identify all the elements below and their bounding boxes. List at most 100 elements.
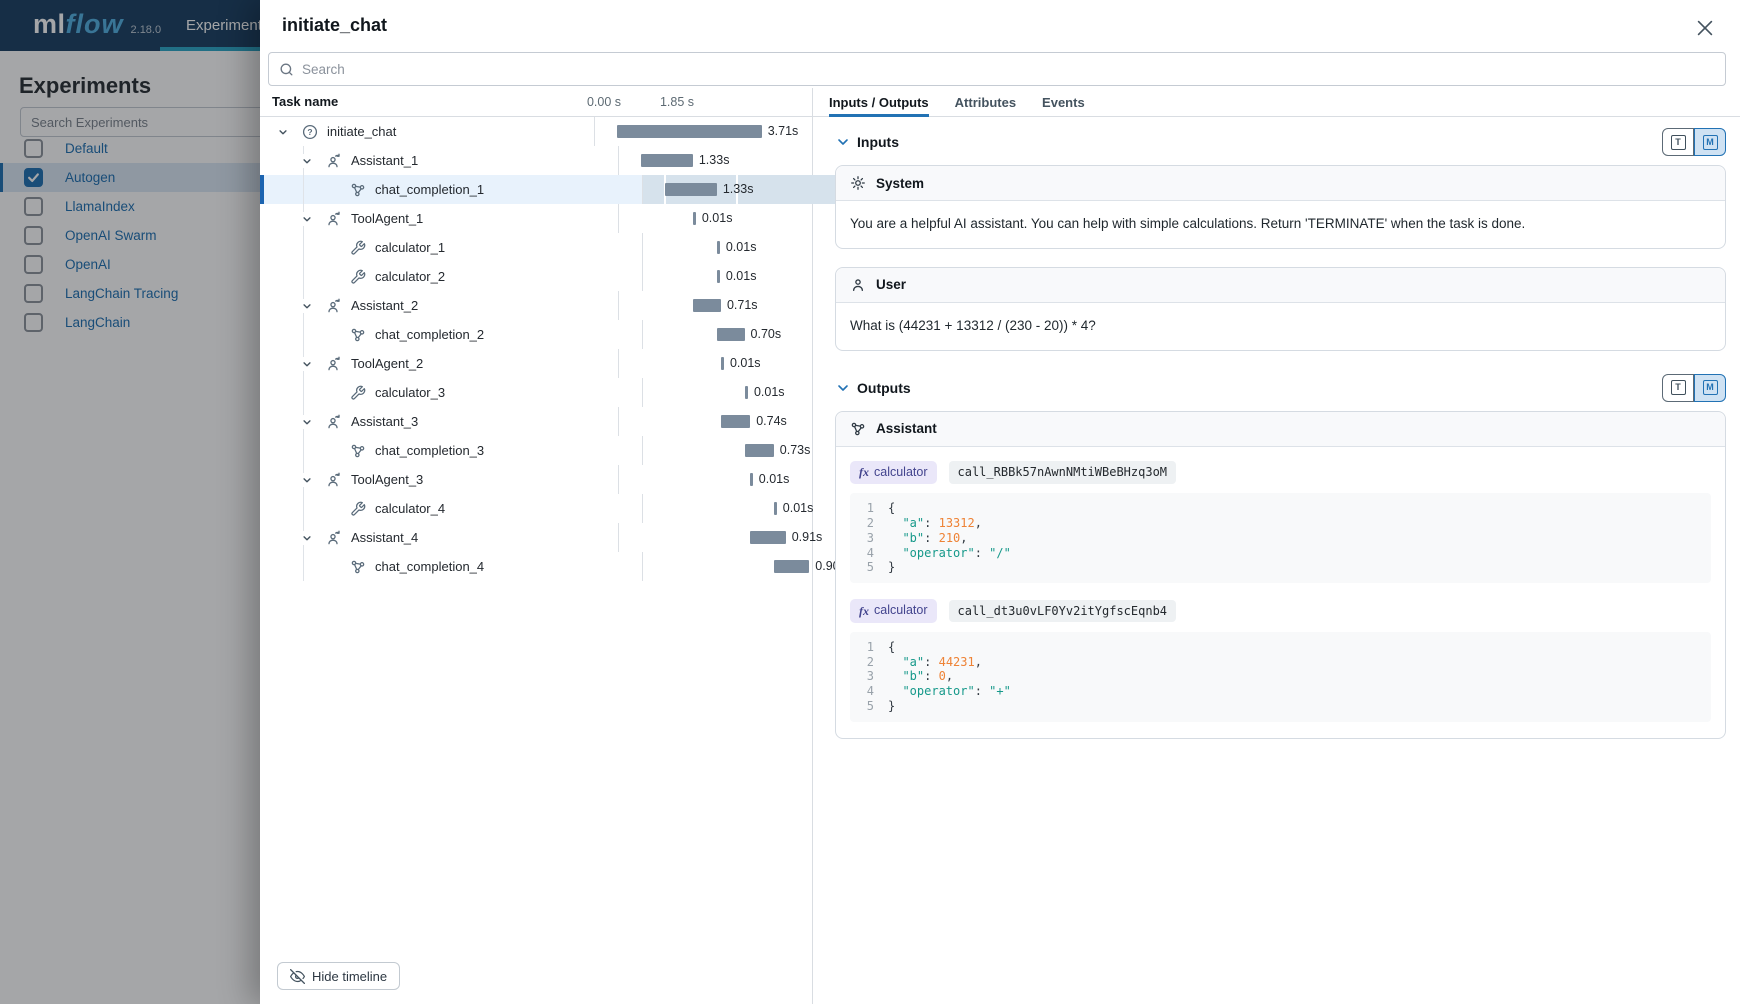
task-tree-row[interactable]: Assistant_11.33s [260, 146, 812, 175]
task-tree-row[interactable]: ToolAgent_10.01s [260, 204, 812, 233]
chevron-down-icon[interactable] [835, 134, 851, 150]
chevron-down-icon[interactable] [300, 154, 326, 168]
tab-inputs-outputs[interactable]: Inputs / Outputs [829, 88, 929, 116]
timeline-bar[interactable] [774, 560, 809, 573]
task-name-cell[interactable]: ToolAgent_3 [260, 465, 619, 494]
timeline-bar[interactable] [750, 473, 753, 486]
timeline-bar[interactable] [693, 212, 696, 225]
task-tree-row[interactable]: chat_completion_40.90s [260, 552, 812, 581]
task-name-cell[interactable]: chat_completion_1 [260, 175, 643, 204]
tree-indent-guideline [303, 262, 304, 291]
timeline-bar[interactable] [745, 444, 773, 457]
message-text: What is (44231 + 13312 / (230 - 20)) * 4… [850, 317, 1711, 336]
timeline-bar[interactable] [717, 270, 720, 283]
agent-icon [326, 153, 342, 169]
timeline-bar[interactable] [717, 328, 744, 341]
timeline-bar[interactable] [774, 502, 777, 515]
timeline-bar[interactable] [617, 125, 762, 138]
duration-label: 3.71s [768, 124, 799, 138]
task-name-label: ToolAgent_2 [351, 356, 423, 371]
chevron-down-icon[interactable] [835, 380, 851, 396]
task-name-cell[interactable]: calculator_2 [260, 262, 643, 291]
task-name-label: chat_completion_2 [375, 327, 484, 342]
task-name-cell[interactable]: Assistant_2 [260, 291, 619, 320]
task-tree-row[interactable]: calculator_20.01s [260, 262, 812, 291]
task-tree-row[interactable]: Assistant_40.91s [260, 523, 812, 552]
task-name-cell[interactable]: Assistant_4 [260, 523, 619, 552]
model-icon [350, 327, 366, 343]
code-line: 1{ [862, 501, 1699, 516]
raw-view-button[interactable]: T [1662, 128, 1694, 156]
chevron-down-icon[interactable] [300, 212, 326, 226]
task-name-cell[interactable]: calculator_3 [260, 378, 643, 407]
task-name-cell[interactable]: ?initiate_chat [260, 117, 595, 146]
wrench-icon [350, 269, 366, 285]
raw-view-button[interactable]: T [1662, 374, 1694, 402]
task-name-cell[interactable]: calculator_4 [260, 494, 643, 523]
timeline-bar[interactable] [693, 299, 721, 312]
task-name-cell[interactable]: calculator_1 [260, 233, 643, 262]
timeline-bar[interactable] [641, 154, 693, 167]
task-name-cell[interactable]: chat_completion_4 [260, 552, 643, 581]
modal-title: initiate_chat [282, 15, 387, 36]
text-view-icon: T [1671, 380, 1686, 395]
task-name-label: Assistant_1 [351, 153, 418, 168]
task-name-cell[interactable]: Assistant_1 [260, 146, 619, 175]
chevron-down-icon[interactable] [300, 357, 326, 371]
task-name-cell[interactable]: chat_completion_2 [260, 320, 643, 349]
task-tree-row[interactable]: chat_completion_20.70s [260, 320, 812, 349]
task-name-label: chat_completion_4 [375, 559, 484, 574]
chevron-down-icon[interactable] [300, 531, 326, 545]
task-name-label: chat_completion_1 [375, 182, 484, 197]
tool-call-arguments-code[interactable]: 1{2 "a": 44231,3 "b": 0,4 "operator": "+… [850, 632, 1711, 722]
task-tree-row[interactable]: ?initiate_chat 3.71s [260, 117, 812, 146]
task-tree-row[interactable]: ToolAgent_20.01s [260, 349, 812, 378]
function-name-chip: fxcalculator [850, 461, 937, 485]
timeline-bar[interactable] [745, 386, 748, 399]
chevron-down-icon[interactable] [300, 299, 326, 313]
message-card-system: SystemYou are a helpful AI assistant. Yo… [835, 165, 1726, 249]
task-tree-row[interactable]: calculator_10.01s [260, 233, 812, 262]
tree-indent-guideline [303, 494, 304, 523]
timeline-bar[interactable] [721, 357, 724, 370]
tree-indent-guideline [303, 320, 304, 349]
task-tree-row[interactable]: chat_completion_11.33s [260, 175, 812, 204]
timeline-bar[interactable] [717, 241, 720, 254]
function-name: calculator [874, 464, 928, 482]
rendered-view-button[interactable]: M [1694, 128, 1726, 156]
svg-text:?: ? [307, 127, 312, 137]
chevron-down-icon[interactable] [300, 415, 326, 429]
tab-events[interactable]: Events [1042, 88, 1085, 116]
task-tree-row[interactable]: ToolAgent_3 0.01s [260, 465, 812, 494]
hide-timeline-label: Hide timeline [312, 969, 387, 984]
tool-call-arguments-code[interactable]: 1{2 "a": 13312,3 "b": 210,4 "operator": … [850, 493, 1711, 583]
task-name-cell[interactable]: chat_completion_3 [260, 436, 643, 465]
tree-indent-guideline [303, 233, 304, 262]
timeline-bar[interactable] [750, 531, 785, 544]
timeline-bar[interactable] [721, 415, 750, 428]
eye-off-icon [290, 969, 305, 984]
duration-label: 0.73s [780, 443, 811, 457]
tab-attributes[interactable]: Attributes [955, 88, 1016, 116]
chevron-down-icon[interactable] [276, 125, 302, 139]
question-circle-icon: ? [302, 124, 318, 140]
close-icon[interactable] [1694, 17, 1716, 39]
task-tree-row[interactable]: calculator_40.01s [260, 494, 812, 523]
trace-search-input[interactable]: Search [268, 52, 1726, 86]
duration-label: 0.01s [759, 472, 790, 486]
outputs-cards: Assistantfxcalculatorcall_RBBk57nAwnNMti… [835, 411, 1726, 739]
task-name-cell[interactable]: ToolAgent_2 [260, 349, 619, 378]
rendered-view-button[interactable]: M [1694, 374, 1726, 402]
task-tree-row[interactable]: chat_completion_3 0.73s [260, 436, 812, 465]
search-icon [279, 62, 294, 77]
task-name-cell[interactable]: Assistant_3 [260, 407, 619, 436]
task-tree-row[interactable]: calculator_30.01s [260, 378, 812, 407]
task-tree-row[interactable]: Assistant_20.71s [260, 291, 812, 320]
task-tree-row[interactable]: Assistant_30.74s [260, 407, 812, 436]
outputs-view-toggle: T M [1662, 374, 1726, 402]
hide-timeline-button[interactable]: Hide timeline [277, 962, 400, 990]
timeline-cell[interactable]: 3.71s [595, 117, 828, 146]
chevron-down-icon[interactable] [300, 473, 326, 487]
task-name-cell[interactable]: ToolAgent_1 [260, 204, 619, 233]
timeline-bar[interactable] [665, 183, 717, 196]
